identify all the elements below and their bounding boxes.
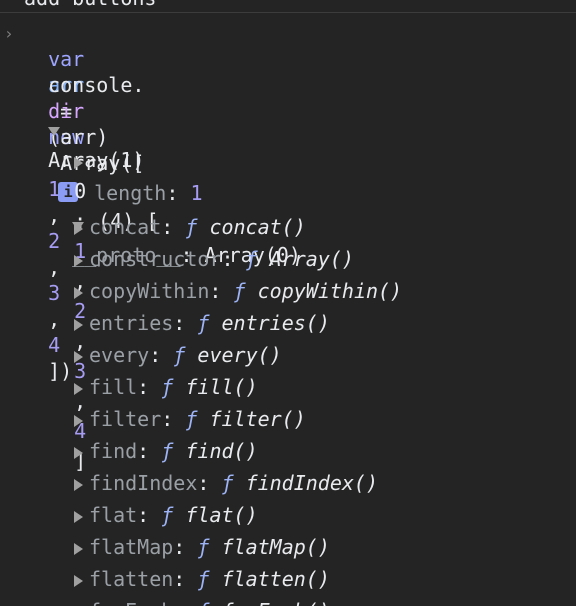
proto-method-every[interactable]: every: ƒ every() xyxy=(74,340,282,370)
collapse-arrow-icon[interactable] xyxy=(74,478,83,491)
method-signature: flat() xyxy=(185,503,258,527)
function-icon: ƒ xyxy=(161,439,186,463)
tree-length: length: 1 xyxy=(94,181,203,205)
function-icon: ƒ xyxy=(197,535,222,559)
method-signature: copyWithin() xyxy=(257,279,403,303)
method-key: entries xyxy=(89,311,174,335)
method-signature: forEach() xyxy=(221,599,329,606)
method-key: concat xyxy=(89,215,162,239)
method-key: fill xyxy=(89,375,138,399)
prompt-chevron-icon: › xyxy=(4,24,14,43)
method-key: forEach xyxy=(89,599,173,606)
tree-root[interactable]: Array(1) i xyxy=(24,85,144,202)
collapse-arrow-icon[interactable] xyxy=(74,446,83,459)
proto-method-find[interactable]: find: ƒ find() xyxy=(74,436,258,466)
function-icon: ƒ xyxy=(197,311,222,335)
method-key: constructor xyxy=(89,247,222,271)
console-separator xyxy=(0,12,576,13)
collapse-arrow-icon[interactable] xyxy=(74,510,83,523)
collapse-arrow-icon[interactable] xyxy=(74,350,83,363)
method-key: every xyxy=(89,343,150,367)
collapse-arrow-icon[interactable] xyxy=(74,574,83,587)
tree-proto[interactable]: __proto__: Array(0) xyxy=(48,180,301,267)
method-signature: Array() xyxy=(269,247,354,271)
proto-method-flat[interactable]: flat: ƒ flat() xyxy=(74,500,258,530)
method-key: flatMap xyxy=(89,535,174,559)
collapse-arrow-icon[interactable] xyxy=(74,254,83,267)
proto-method-filter[interactable]: filter: ƒ filter() xyxy=(74,404,306,434)
proto-method-entries[interactable]: entries: ƒ entries() xyxy=(74,308,330,338)
method-key: copyWithin xyxy=(89,279,210,303)
function-icon: ƒ xyxy=(221,471,246,495)
function-icon: ƒ xyxy=(185,407,210,431)
tree-item-0[interactable]: 0 : (4) [ 1 , 2 , 3 , 4 ] xyxy=(50,116,158,473)
method-signature: filter() xyxy=(209,407,306,431)
collapse-arrow-icon[interactable] xyxy=(74,222,83,235)
collapse-arrow-icon[interactable] xyxy=(74,414,83,427)
method-key: findIndex xyxy=(89,471,198,495)
proto-method-concat[interactable]: concat: ƒ concat() xyxy=(74,212,306,242)
previous-output-line: add buttons xyxy=(24,0,156,10)
proto-method-forEach[interactable]: forEach: ƒ forEach() xyxy=(74,596,330,606)
function-icon: ƒ xyxy=(197,567,222,591)
method-signature: every() xyxy=(197,343,282,367)
proto-method-findIndex[interactable]: findIndex: ƒ findIndex() xyxy=(74,468,378,498)
method-key: flat xyxy=(89,503,138,527)
method-signature: flatMap() xyxy=(221,535,330,559)
method-signature: entries() xyxy=(221,311,330,335)
collapse-arrow-icon[interactable] xyxy=(74,542,83,555)
proto-method-flatMap[interactable]: flatMap: ƒ flatMap() xyxy=(74,532,330,562)
function-icon: ƒ xyxy=(245,247,270,271)
proto-method-copyWithin[interactable]: copyWithin: ƒ copyWithin() xyxy=(74,276,402,306)
function-icon: ƒ xyxy=(197,599,221,606)
function-icon: ƒ xyxy=(233,279,258,303)
proto-method-flatten[interactable]: flatten: ƒ flatten() xyxy=(74,564,330,594)
method-signature: find() xyxy=(185,439,258,463)
method-signature: flatten() xyxy=(221,567,330,591)
proto-method-fill[interactable]: fill: ƒ fill() xyxy=(74,372,258,402)
collapse-arrow-icon[interactable] xyxy=(74,382,83,395)
function-icon: ƒ xyxy=(173,343,198,367)
console-input-line-2: console. dir (arr) xyxy=(24,46,144,149)
collapse-arrow-icon[interactable] xyxy=(74,318,83,331)
method-key: flatten xyxy=(89,567,174,591)
console-input-line-1: var arr = new Array([ 1 , 2 , 3 , 4 ]) xyxy=(48,47,145,383)
function-icon: ƒ xyxy=(161,503,186,527)
collapse-arrow-icon[interactable] xyxy=(74,286,83,299)
method-signature: fill() xyxy=(185,375,258,399)
method-key: find xyxy=(89,439,138,463)
method-signature: findIndex() xyxy=(245,471,379,495)
function-icon: ƒ xyxy=(185,215,210,239)
method-signature: concat() xyxy=(209,215,306,239)
proto-method-constructor[interactable]: constructor: ƒ Array() xyxy=(74,244,354,274)
method-key: filter xyxy=(89,407,162,431)
function-icon: ƒ xyxy=(161,375,186,399)
